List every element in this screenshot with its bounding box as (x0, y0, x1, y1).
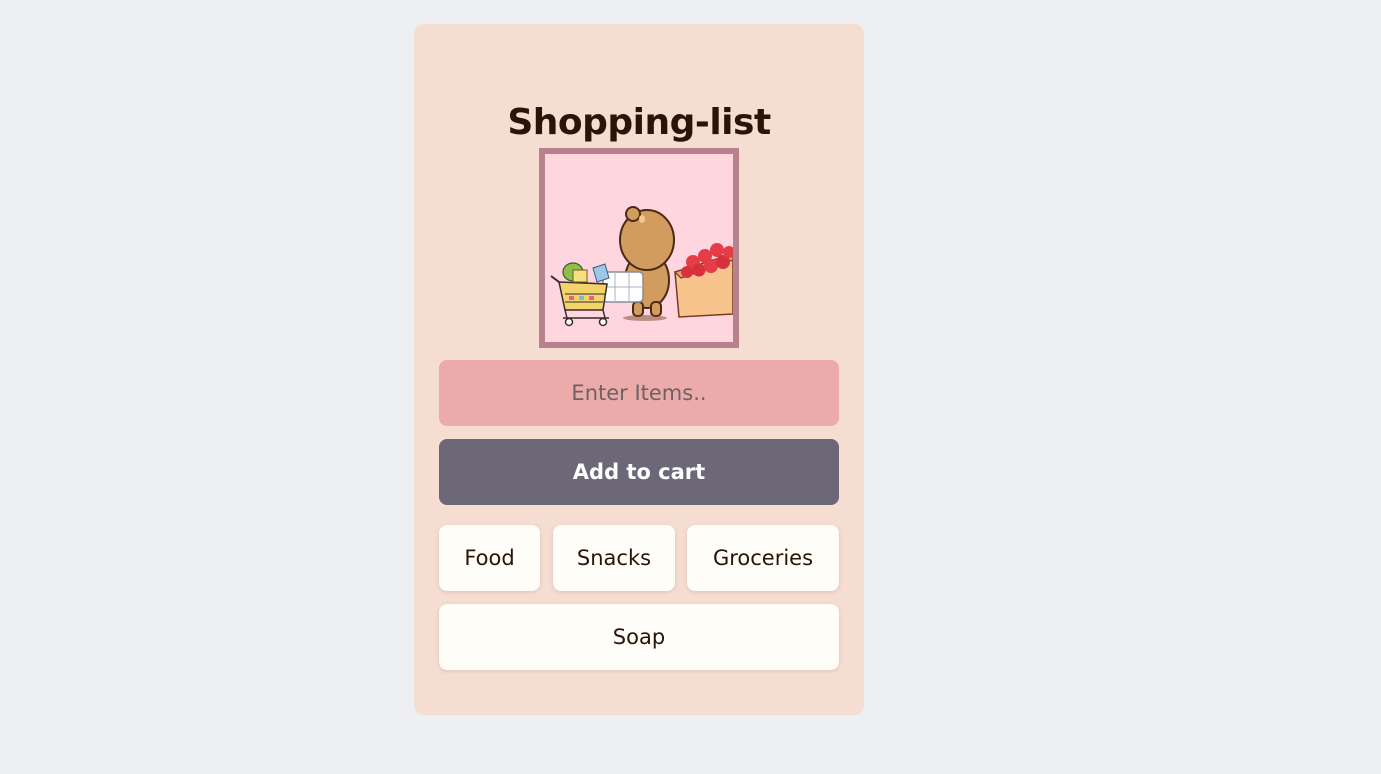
list-item-label: Snacks (576, 546, 652, 570)
add-to-cart-button[interactable]: Add to cart (439, 439, 839, 505)
page-title: Shopping-list (507, 102, 771, 143)
list-item-label: Soap (612, 625, 666, 649)
list-item-label: Food (464, 546, 515, 570)
list-item-label: Groceries (712, 546, 814, 570)
bear-shopping-image (539, 148, 739, 348)
list-item-food[interactable]: Food (439, 525, 540, 591)
item-input[interactable] (439, 360, 839, 426)
list-item-groceries[interactable]: Groceries (687, 525, 839, 591)
list-item-snacks[interactable]: Snacks (553, 525, 675, 591)
bear-shopping-icon (545, 154, 733, 342)
list-item-soap[interactable]: Soap (439, 604, 839, 670)
shopping-list-card: Shopping-list Enter Items.. Add to cart … (414, 24, 864, 715)
